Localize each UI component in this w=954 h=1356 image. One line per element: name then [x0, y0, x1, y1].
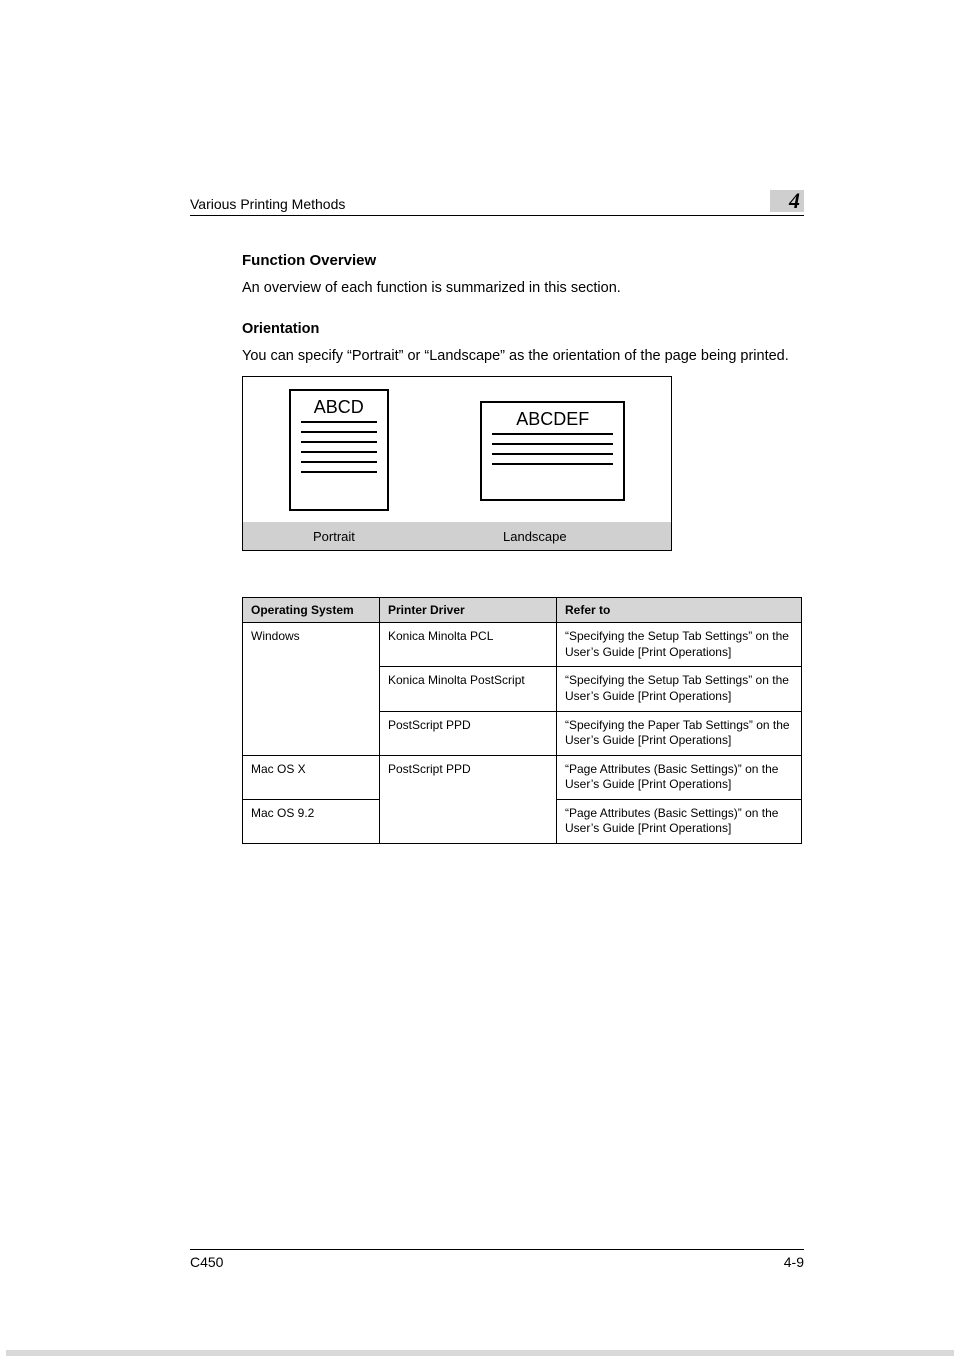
footer-model: C450: [190, 1254, 223, 1270]
chapter-box: 4: [770, 190, 804, 212]
orientation-illustration: ABCD ABCDEF Portrait Landscape: [242, 376, 672, 551]
orientation-body: You can specify “Portrait” or “Landscape…: [242, 347, 804, 367]
illustration-shadow-bottom: [6, 1348, 954, 1356]
cell-refer: “Specifying the Paper Tab Settings” on t…: [557, 711, 802, 755]
heading-function-overview: Function Overview: [242, 252, 804, 269]
table-row: Mac OS X PostScript PPD “Page Attributes…: [243, 755, 802, 799]
cell-driver: PostScript PPD: [380, 755, 557, 843]
cell-os: Mac OS 9.2: [243, 799, 380, 843]
table-row: Windows Konica Minolta PCL “Specifying t…: [243, 623, 802, 667]
running-title: Various Printing Methods: [190, 196, 345, 212]
portrait-caption: Portrait: [313, 529, 355, 544]
cell-refer: “Page Attributes (Basic Settings)” on th…: [557, 799, 802, 843]
page-footer: C450 4-9: [190, 1249, 804, 1270]
heading-orientation: Orientation: [242, 321, 804, 337]
landscape-sample-text: ABCDEF: [492, 409, 613, 435]
illustration-band: [243, 522, 671, 550]
cell-driver: PostScript PPD: [380, 711, 557, 755]
cell-driver: Konica Minolta PCL: [380, 623, 557, 667]
portrait-sample-text: ABCD: [301, 397, 377, 423]
th-driver: Printer Driver: [380, 598, 557, 623]
th-os: Operating System: [243, 598, 380, 623]
cell-driver: Konica Minolta PostScript: [380, 667, 557, 711]
landscape-page-icon: ABCDEF: [480, 401, 625, 501]
cell-os: Mac OS X: [243, 755, 380, 799]
cell-os: Windows: [243, 623, 380, 756]
th-refer: Refer to: [557, 598, 802, 623]
portrait-page-icon: ABCD: [289, 389, 389, 511]
landscape-caption: Landscape: [503, 529, 567, 544]
chapter-number: 4: [789, 188, 800, 214]
chapter-square: 4: [770, 190, 804, 212]
cell-refer: “Specifying the Setup Tab Settings” on t…: [557, 623, 802, 667]
overview-body: An overview of each function is summariz…: [242, 279, 804, 299]
running-header: Various Printing Methods 4: [190, 190, 804, 216]
reference-table: Operating System Printer Driver Refer to…: [242, 597, 802, 844]
page: Various Printing Methods 4 Function Over…: [0, 0, 954, 1350]
cell-refer: “Page Attributes (Basic Settings)” on th…: [557, 755, 802, 799]
illustration-frame: ABCD ABCDEF Portrait Landscape: [242, 376, 672, 551]
cell-refer: “Specifying the Setup Tab Settings” on t…: [557, 667, 802, 711]
footer-page: 4-9: [784, 1254, 804, 1270]
table-header-row: Operating System Printer Driver Refer to: [243, 598, 802, 623]
